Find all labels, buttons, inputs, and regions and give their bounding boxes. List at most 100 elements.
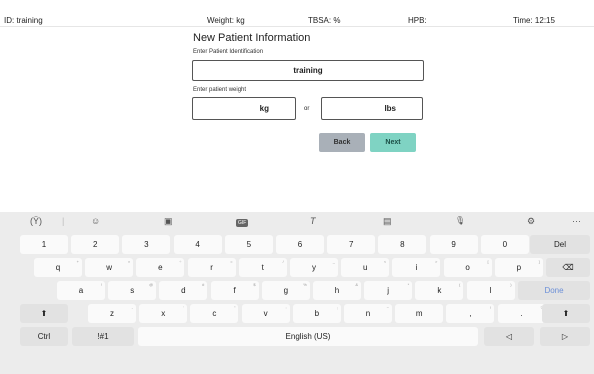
text-edit-icon[interactable]: T: [310, 216, 316, 226]
header-weight: Weight: kg: [207, 16, 245, 25]
key-m[interactable]: m: [395, 304, 444, 323]
key-r-secondary-label: =: [230, 259, 233, 264]
shift-key-right[interactable]: ⬆: [542, 304, 590, 323]
key-z[interactable]: z-: [88, 304, 136, 323]
status-header: ID: training Weight: kg TBSA: % HPB: Tim…: [0, 0, 594, 27]
key-t[interactable]: t /: [238, 258, 287, 277]
key-i[interactable]: i >: [392, 258, 441, 277]
symbols-key[interactable]: !#1: [72, 327, 134, 346]
done-key[interactable]: Done: [518, 281, 590, 300]
space-key-label: English (US): [285, 332, 331, 341]
key-l-secondary-label: ): [510, 282, 512, 287]
key-0-label: 0: [502, 240, 508, 249]
key-o[interactable]: o[: [443, 258, 492, 277]
key-s-label: s: [130, 286, 135, 295]
delete-key[interactable]: Del: [530, 235, 590, 254]
key-5-label: 5: [246, 240, 252, 249]
key-a-secondary-label: !: [100, 282, 102, 287]
key-j-secondary-label: *: [407, 282, 410, 287]
key-j-label: j: [387, 286, 390, 295]
gif-icon[interactable]: GIF: [236, 219, 249, 227]
delete-key-label: Del: [553, 240, 566, 249]
key-a-label: a: [78, 286, 84, 295]
patient-id-input[interactable]: training: [192, 60, 424, 81]
key-3[interactable]: 3: [122, 235, 171, 254]
key-g-secondary-label: %: [303, 282, 307, 287]
key-w[interactable]: w ×: [85, 258, 134, 277]
backspace-key[interactable]: ⌫: [546, 258, 590, 277]
key-e-label: e: [158, 263, 163, 272]
key-s[interactable]: s @: [108, 281, 157, 300]
key-j[interactable]: j *: [364, 281, 413, 300]
key-n-label: n: [365, 309, 371, 318]
cursor-right-key-label: ▷: [561, 332, 569, 341]
key-p[interactable]: p]: [494, 258, 543, 277]
key-g[interactable]: g%: [261, 281, 310, 300]
key-h[interactable]: h &: [313, 281, 361, 300]
page-title: New Patient Information: [193, 32, 311, 44]
key-b[interactable]: b;: [292, 304, 341, 323]
key-a[interactable]: a!: [57, 281, 105, 300]
key-o-secondary-label: [: [487, 259, 489, 264]
key-l[interactable]: l): [466, 281, 515, 300]
key-u[interactable]: u <: [341, 258, 390, 277]
key-period-label: .: [520, 309, 523, 318]
key-7-label: 7: [348, 240, 354, 249]
next-button[interactable]: Next: [370, 133, 416, 152]
key-c[interactable]: c ": [190, 304, 239, 323]
key-0[interactable]: 0: [480, 235, 529, 254]
translate-icon[interactable]: (Ÿ): [30, 216, 42, 226]
key-5[interactable]: 5: [224, 235, 273, 254]
key-p-label: p: [516, 263, 522, 272]
key-f-label: f: [233, 286, 236, 295]
key-r[interactable]: r =: [187, 258, 236, 277]
key-period[interactable]: .?: [497, 304, 546, 323]
shift-key[interactable]: ⬆: [20, 304, 68, 323]
key-f[interactable]: f $: [210, 281, 259, 300]
weight-lbs-input[interactable]: lbs: [321, 97, 423, 120]
key-1[interactable]: 1: [20, 235, 68, 254]
sticker-icon[interactable]: ▣: [164, 216, 173, 227]
key-v-secondary-label: :: [285, 305, 287, 310]
settings-icon[interactable]: ⚙: [527, 216, 535, 227]
key-d[interactable]: d #: [159, 281, 208, 300]
key-9[interactable]: 9: [429, 235, 478, 254]
back-button[interactable]: Back: [319, 133, 365, 152]
cursor-left-key-label: ◁: [505, 332, 513, 341]
key-e-secondary-label: ÷: [179, 259, 182, 264]
key-b-label: b: [314, 309, 320, 318]
key-x-label: x: [161, 309, 166, 318]
toolbar-divider: |: [62, 216, 65, 226]
cursor-right-key[interactable]: ▷: [540, 327, 590, 346]
emoji-icon[interactable]: ☺: [91, 216, 100, 226]
space-key[interactable]: English (US): [138, 327, 478, 346]
microphone-icon[interactable]: 🎙: [455, 216, 465, 225]
key-comma[interactable]: ,!: [446, 304, 495, 323]
more-icon[interactable]: ···: [572, 216, 581, 226]
weight-kg-input[interactable]: kg: [192, 97, 296, 120]
key-4[interactable]: 4: [173, 235, 222, 254]
clipboard-icon[interactable]: ▤: [383, 216, 392, 227]
key-r-label: r: [210, 263, 213, 272]
key-6[interactable]: 6: [276, 235, 324, 254]
key-c-secondary-label: ": [233, 305, 236, 310]
key-n[interactable]: n ~: [344, 304, 392, 323]
key-v[interactable]: v:: [241, 304, 290, 323]
key-e[interactable]: e ÷: [136, 258, 185, 277]
key-8[interactable]: 8: [378, 235, 427, 254]
key-t-label: t: [261, 263, 264, 272]
ctrl-key[interactable]: Ctrl: [20, 327, 68, 346]
key-6-label: 6: [297, 240, 303, 249]
done-key-label: Done: [544, 286, 564, 295]
key-q[interactable]: q +: [34, 258, 82, 277]
key-y[interactable]: y _: [290, 258, 338, 277]
key-9-label: 9: [451, 240, 456, 249]
key-l-label: l: [489, 286, 492, 295]
key-x[interactable]: x ': [139, 304, 188, 323]
key-2[interactable]: 2: [71, 235, 120, 254]
cursor-left-key[interactable]: ◁: [484, 327, 534, 346]
key-k[interactable]: k(: [415, 281, 464, 300]
key-d-secondary-label: #: [202, 282, 205, 287]
symbols-key-label: !#1: [97, 332, 109, 341]
key-7[interactable]: 7: [327, 235, 376, 254]
